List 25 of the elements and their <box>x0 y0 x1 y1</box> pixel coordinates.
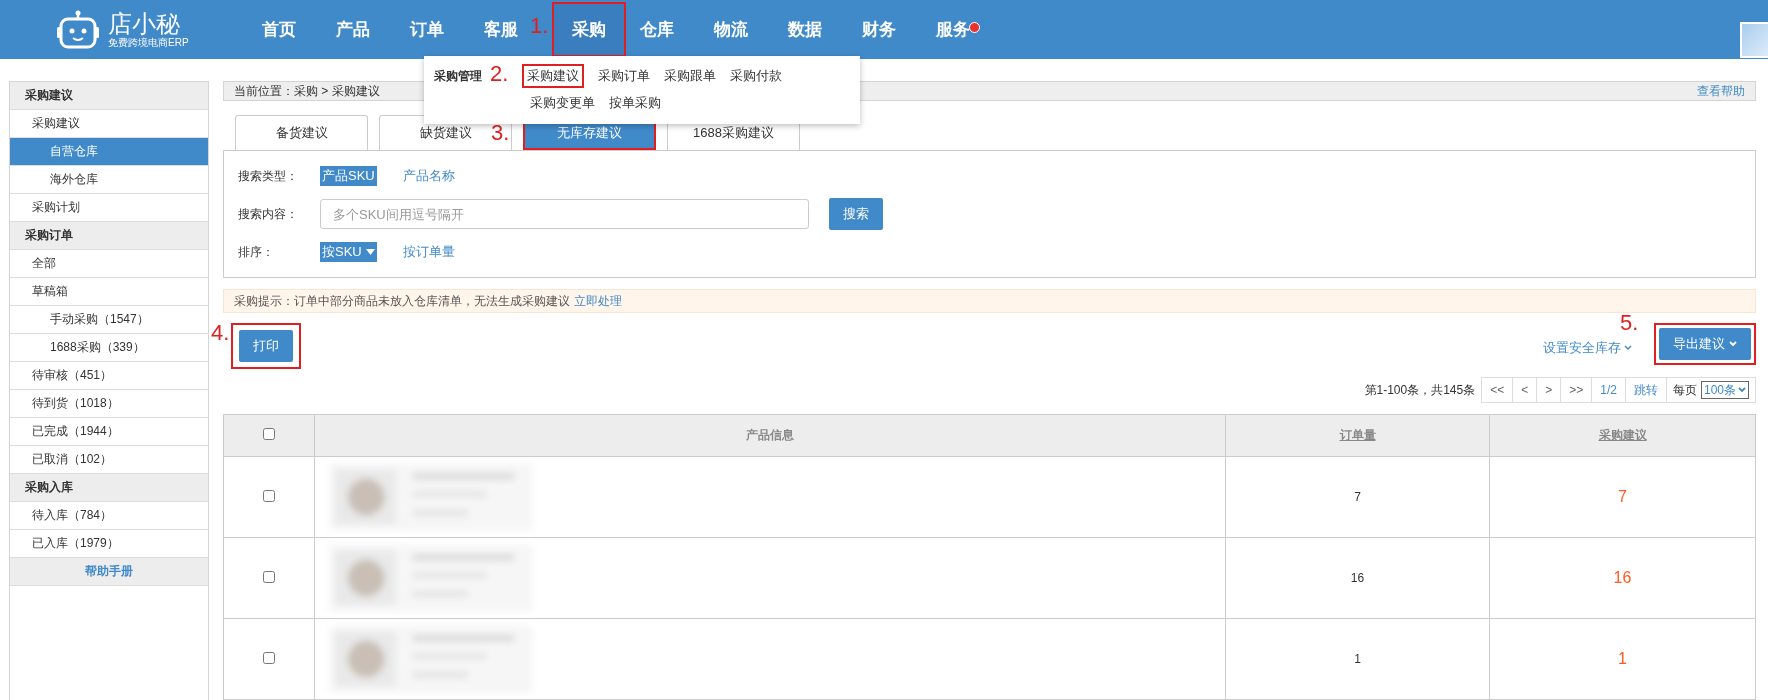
order-quantity: 7 <box>1354 490 1361 504</box>
sidebar-section-title: 采购建议 <box>10 82 208 110</box>
suggested-quantity: 1 <box>1618 650 1627 667</box>
page-summary: 第1-100条，共145条 <box>1364 381 1476 399</box>
suggested-quantity: 16 <box>1613 569 1632 586</box>
order-quantity: 1 <box>1354 652 1361 666</box>
sidebar-section-title: 采购入库 <box>10 474 208 502</box>
logo-tagline: 免费跨境电商ERP <box>108 36 189 49</box>
breadcrumb: 当前位置：采购 > 采购建议 <box>234 82 380 100</box>
field-label: 搜索类型： <box>238 167 299 185</box>
step-number: 1. <box>530 14 549 38</box>
step-number: 4. <box>211 321 230 345</box>
per-page-label: 每页 <box>1672 381 1697 399</box>
field-label: 排序： <box>238 243 275 261</box>
menu-group-title: 采购管理 <box>434 68 482 85</box>
logo-name: 店小秘 <box>108 10 181 37</box>
step-number: 3. <box>491 121 510 146</box>
suggested-quantity: 7 <box>1618 488 1627 505</box>
field-label: 搜索内容： <box>238 205 299 223</box>
step-number: 2. <box>490 62 509 86</box>
notice-text: 采购提示：订单中部分商品未放入仓库清单，无法生成采购建议 <box>234 292 570 310</box>
column-header: 产品信息 <box>746 428 794 442</box>
sidebar-section-title: 采购订单 <box>10 222 208 250</box>
order-quantity: 16 <box>1350 571 1365 585</box>
step-number: 5. <box>1620 311 1639 335</box>
